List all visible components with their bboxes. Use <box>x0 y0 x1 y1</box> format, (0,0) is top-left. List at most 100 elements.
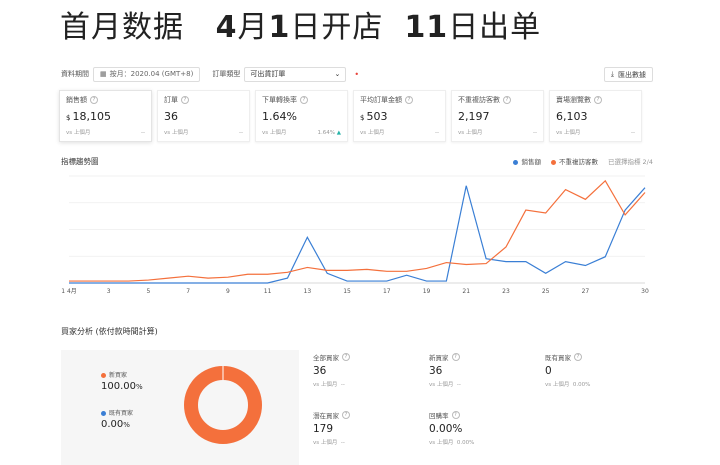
buyer-title: 買家分析 (依付款時間計算) <box>61 327 158 336</box>
stat-compare: vs 上個月 -- <box>313 438 413 446</box>
period-label: 資料期間 <box>61 70 89 78</box>
date-value: 按月：2020.04 (GMT+8) <box>109 70 194 78</box>
metric-card-sales[interactable]: 銷售額? $18,105 vs 上個月 -- <box>59 90 152 142</box>
stat-delta: -- <box>340 440 345 446</box>
up-arrow-icon: ▲ <box>336 130 341 136</box>
pct-unit: % <box>136 383 143 391</box>
help-icon[interactable]: ? <box>451 411 460 419</box>
headline-month: 月 <box>237 10 269 45</box>
legend-dot-icon <box>513 159 519 165</box>
legend-item-visitors[interactable]: 不重複訪客數 <box>550 156 598 166</box>
stat-value: 36 <box>429 365 443 377</box>
metric-label: 賣場瀏覽數 <box>556 96 591 104</box>
x-tick-label: 11 <box>264 288 272 295</box>
legend-new-buyers: 新買家 100.00% <box>101 370 143 392</box>
stat-label: 回購率 <box>429 412 449 420</box>
metric-label: 訂單 <box>164 96 178 104</box>
stat-value: 0.00% <box>429 423 463 435</box>
metric-label: 銷售額 <box>66 96 87 104</box>
stat-delta: -- <box>456 382 461 388</box>
metric-card-avg-order[interactable]: 平均訂單金額? $503 vs 上個月 -- <box>353 90 446 142</box>
legend-dot-icon <box>550 159 556 165</box>
export-button[interactable]: ⤓ 匯出數據 <box>603 67 653 82</box>
legend-item-sales[interactable]: 銷售額 <box>513 156 541 166</box>
help-icon[interactable]: ? <box>342 411 350 419</box>
trend-title: 指標趨勢圖 <box>61 157 99 166</box>
x-tick-label: 23 <box>502 288 510 295</box>
help-icon[interactable]: ? <box>574 353 582 361</box>
x-tick-label: 13 <box>304 288 312 295</box>
help-icon[interactable]: ? <box>451 353 460 361</box>
metric-value: 2,197 <box>458 110 490 123</box>
legend-dot-icon <box>101 373 106 378</box>
currency-symbol: $ <box>66 114 71 122</box>
order-type-value: 可出貨訂單 <box>250 70 286 78</box>
series-line-sales[interactable] <box>69 185 646 284</box>
donut-slice-new[interactable] <box>184 366 262 444</box>
metric-card-pageviews[interactable]: 賣場瀏覽數? 6,103 vs 上個月 -- <box>549 90 642 142</box>
filter-bar: 資料期間 ▦ 按月：2020.04 (GMT+8) 訂單類型 可出貨訂單 ⌄ •… <box>55 58 665 90</box>
metric-value: 503 <box>366 110 388 123</box>
help-icon[interactable]: ? <box>594 96 602 104</box>
date-picker[interactable]: ▦ 按月：2020.04 (GMT+8) <box>93 66 201 82</box>
stat-delta: 0.00% <box>572 382 591 388</box>
x-tick-label: 5 <box>147 288 151 295</box>
stat-potential-buyers: 潛在買家? 179 vs 上個月 -- <box>313 410 413 446</box>
metric-compare: vs 上個月 <box>458 130 483 136</box>
stat-existing-buyers: 既有買家? 0 vs 上個月 0.00% <box>545 352 645 388</box>
stat-cmp-label: vs 上個月 <box>313 440 338 446</box>
metric-delta: -- <box>141 130 145 136</box>
x-tick-label: 15 <box>343 288 351 295</box>
headline-num3: 11 <box>404 10 449 45</box>
metric-label: 不重複訪客數 <box>458 96 500 104</box>
stat-cmp-label: vs 上個月 <box>429 440 454 446</box>
stat-repurchase-rate: 回購率? 0.00% vs 上個月 0.00% <box>429 410 529 446</box>
stat-compare: vs 上個月 0.00% <box>545 380 645 388</box>
stat-cmp-label: vs 上個月 <box>429 382 454 388</box>
help-icon[interactable]: ? <box>181 96 189 104</box>
help-icon[interactable]: ? <box>90 96 98 104</box>
metric-label: 下單轉換率 <box>262 96 297 104</box>
currency-symbol: $ <box>360 114 365 122</box>
headline-open: 日开店 <box>290 10 384 45</box>
x-tick-label: 17 <box>383 288 391 295</box>
metric-compare: vs 上個月 <box>360 130 385 136</box>
stat-label: 全部買家 <box>313 354 339 362</box>
new-buyer-pct: 100.00% <box>101 381 143 392</box>
x-tick-label: 19 <box>423 288 431 295</box>
stat-compare: vs 上個月 0.00% <box>429 438 529 446</box>
stat-delta: 0.00% <box>456 440 475 446</box>
download-icon: ⤓ <box>610 70 614 78</box>
metric-delta-value: 1.64% <box>317 130 336 136</box>
stat-all-buyers: 全部買家? 36 vs 上個月 -- <box>313 352 413 388</box>
metric-compare: vs 上個月 <box>66 130 91 136</box>
metric-delta: 1.64% ▲ <box>318 130 341 136</box>
legend-label: 銷售額 <box>521 158 541 166</box>
metric-card-visitors[interactable]: 不重複訪客數? 2,197 vs 上個月 -- <box>451 90 544 142</box>
help-icon[interactable]: ? <box>503 96 511 104</box>
metric-cards: 銷售額? $18,105 vs 上個月 -- 訂單? 36 vs 上個月 -- … <box>59 90 642 142</box>
pct-unit: % <box>123 421 130 429</box>
metric-delta: -- <box>631 130 635 136</box>
export-label: 匯出數據 <box>618 70 646 79</box>
metric-value: 18,105 <box>72 110 111 123</box>
chart-legend: 銷售額 不重複訪客數 已選擇指標 2/4 <box>513 156 653 166</box>
metric-compare: vs 上個月 <box>262 130 287 136</box>
stat-cmp-label: vs 上個月 <box>313 382 338 388</box>
old-buyer-pct: 0.00% <box>101 419 133 430</box>
stat-label: 新買家 <box>429 354 449 362</box>
order-type-select[interactable]: 可出貨訂單 ⌄ <box>244 66 347 82</box>
metric-value: 36 <box>164 110 178 123</box>
help-icon[interactable]: ? <box>342 353 350 361</box>
metric-card-conversion[interactable]: 下單轉換率? 1.64% vs 上個月 1.64% ▲ <box>255 90 348 142</box>
legend-label: 不重複訪客數 <box>558 158 598 166</box>
legend-label: 新買家 <box>109 372 128 379</box>
stat-value: 36 <box>313 365 327 377</box>
legend-selected-count[interactable]: 已選擇指標 2/4 <box>608 156 653 166</box>
stat-compare: vs 上個月 -- <box>429 380 529 388</box>
metric-card-orders[interactable]: 訂單? 36 vs 上個月 -- <box>157 90 250 142</box>
buyer-donut-chart <box>184 366 262 444</box>
help-icon[interactable]: ? <box>405 96 413 104</box>
stat-cmp-label: vs 上個月 <box>545 382 570 388</box>
help-icon[interactable]: ? <box>300 96 308 104</box>
